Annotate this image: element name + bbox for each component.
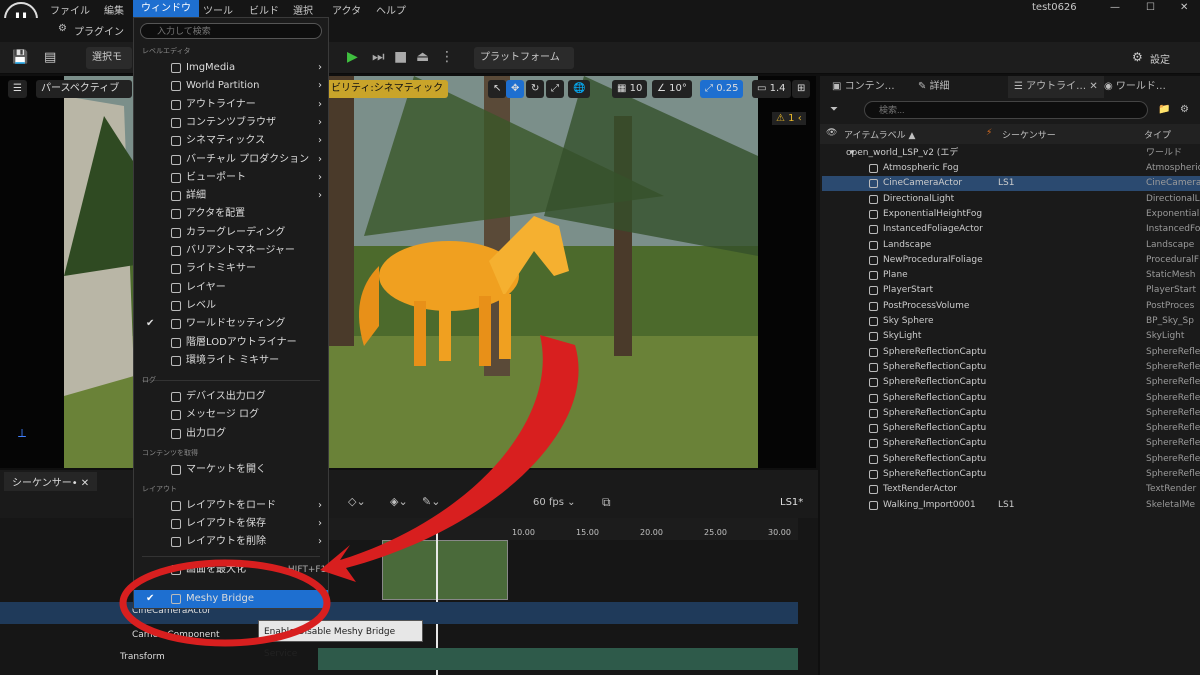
annotation-circle [119, 559, 331, 647]
annotation-overlay [119, 335, 579, 647]
annotation-arrow [320, 335, 579, 582]
